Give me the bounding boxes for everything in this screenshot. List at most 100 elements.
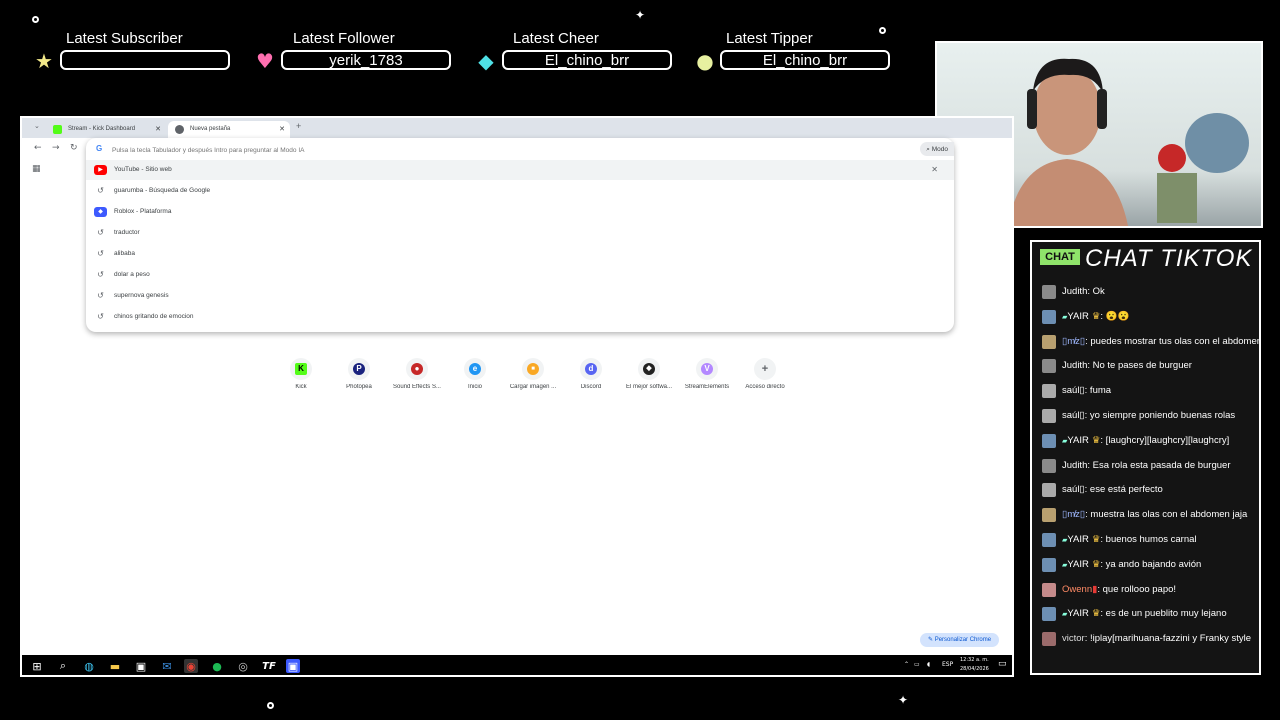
chat-text: : [laughcry][laughcry][laughcry] — [1100, 434, 1230, 446]
suggestion-text: guarumba - Búsqueda de Google — [114, 187, 211, 194]
file-explorer-icon[interactable]: ▬ — [108, 659, 122, 673]
remove-suggestion-icon[interactable]: ✕ — [931, 160, 938, 180]
chat-message-body: ▰ YAIR ♛: es de un pueblito muy lejano — [1062, 604, 1227, 624]
chat-message-body: Judith: Ok — [1062, 282, 1105, 302]
tab-new-tab[interactable]: Nueva pestaña ✕ — [168, 121, 290, 138]
coin-icon: ● — [696, 49, 714, 73]
close-icon[interactable]: ✕ — [279, 121, 285, 138]
chat-message: Judith: No te pases de burguer — [1040, 356, 1259, 376]
chat-username: YAIR — [1067, 434, 1089, 446]
shortcut-cargar-imagen[interactable]: ■ Cargar imagen ... — [504, 358, 562, 390]
gem-icon: ◆ — [478, 49, 494, 73]
omnibox[interactable]: G ⌕ Modo — [86, 138, 954, 160]
mail-icon[interactable]: ✉ — [160, 659, 174, 673]
suggestion-text: alibaba — [114, 250, 135, 257]
shortcut-add[interactable]: + Acceso directo — [736, 358, 794, 390]
obs-icon[interactable]: ◎ — [236, 659, 250, 673]
shortcut-kick[interactable]: K Kick — [272, 358, 330, 390]
chrome-icon — [175, 125, 184, 134]
tray-arrow-icon[interactable]: ⌃ — [904, 661, 909, 668]
suggestion-item[interactable]: ↺ dolar a peso — [86, 265, 954, 285]
crown-icon: ♛ — [1088, 608, 1101, 620]
clock-time[interactable]: 12:32 a. m. — [960, 657, 989, 663]
chat-message-body: saúl▯: ese está perfecto — [1062, 480, 1163, 500]
close-icon[interactable]: ✕ — [155, 121, 161, 138]
notifications-icon[interactable]: ▭ — [998, 659, 1007, 669]
crown-icon: ♛ — [1088, 310, 1101, 322]
tiktok-studio-icon[interactable]: TF — [262, 659, 276, 673]
obs-icon: ◆ — [643, 363, 655, 375]
app-icon[interactable]: ▣ — [286, 659, 300, 673]
edge-icon[interactable]: ◍ — [82, 659, 96, 673]
new-tab-button[interactable]: + — [296, 121, 301, 131]
clock-date[interactable]: 28/04/2026 — [960, 666, 989, 672]
avatar — [1042, 533, 1056, 547]
chat-message-body: ▯m̸z▯: puedes mostrar tus olas con el ab… — [1062, 332, 1261, 352]
shortcut-discord[interactable]: d Discord — [562, 358, 620, 390]
chat-username: YAIR — [1067, 534, 1089, 545]
shortcut-label: Kick — [295, 384, 307, 390]
network-icon[interactable]: ◖ — [927, 661, 930, 668]
chrome-icon[interactable]: ◉ — [184, 659, 198, 673]
speaker-icon[interactable]: ▭ — [914, 661, 920, 668]
omnibox-input[interactable] — [110, 142, 814, 158]
chat-message: saúl▯: fuma — [1040, 381, 1259, 401]
shortcut-label: StreamElements — [684, 384, 730, 390]
avatar — [1042, 359, 1056, 374]
windows-start-icon[interactable]: ⊞ — [30, 659, 44, 673]
plus-icon: + — [761, 363, 769, 375]
tab-kick-dashboard[interactable]: Stream - Kick Dashboard ✕ — [46, 121, 166, 138]
chat-message-body: Judith: Esa rola esta pasada de burguer — [1062, 456, 1230, 476]
shortcut-inicio[interactable]: e Inicio — [446, 358, 504, 390]
language-indicator[interactable]: ESP — [942, 661, 953, 668]
shortcut-photopea[interactable]: P Photopea — [330, 358, 388, 390]
chat-text: : puedes mostrar tus olas con el abdomen — [1085, 335, 1261, 347]
suggestion-text: supernova genesis — [114, 292, 169, 299]
chat-message-body: ▰ YAIR ♛: [laughcry][laughcry][laughcry] — [1062, 431, 1229, 451]
discord-icon: d — [585, 363, 597, 375]
suggestion-item[interactable]: ↺ guarumba - Búsqueda de Google — [86, 181, 954, 201]
shortcut-sound-effects[interactable]: ● Sound Effects S... — [388, 358, 446, 390]
shortcut-obs[interactable]: ◆ El mejor softwa... — [620, 358, 678, 390]
ai-mode-button[interactable]: ⌕ Modo — [920, 142, 954, 156]
chat-message: Judith: Esa rola esta pasada de burguer — [1040, 456, 1259, 476]
suggestion-text: chinos gritando de emocion — [114, 313, 194, 320]
suggestion-item[interactable]: ↺ alibaba — [86, 244, 954, 264]
chat-username: ▯m̸z▯ — [1062, 335, 1086, 347]
chat-message: ▰ YAIR ♛: es de un pueblito muy lejano — [1040, 604, 1259, 624]
edge-icon: e — [469, 363, 481, 375]
suggestion-item[interactable]: ↺ supernova genesis — [86, 286, 954, 306]
screen-capture: ⌄ Stream - Kick Dashboard ✕ Nueva pestañ… — [20, 116, 1014, 677]
chat-message-body: ▰ YAIR ♛: ya ando bajando avión — [1062, 555, 1201, 575]
chat-text: : No te pases de burguer — [1087, 360, 1192, 372]
suggestion-item[interactable]: ▶ YouTube - Sitio web ✕ — [86, 160, 954, 180]
suggestion-item[interactable]: ↺ chinos gritando de emocion — [86, 307, 954, 327]
crown-icon: ♛ — [1088, 534, 1101, 545]
avatar — [1042, 557, 1056, 572]
tab-search-icon[interactable]: ⌄ — [34, 122, 40, 130]
record-icon: ● — [411, 363, 423, 375]
chat-username: Judith — [1062, 286, 1088, 297]
suggestion-item[interactable]: ↺ traductor — [86, 223, 954, 243]
sparkle-decoration: ✦ — [898, 693, 909, 707]
shortcut-label: Cargar imagen ... — [509, 384, 557, 390]
youtube-icon: ▶ — [94, 165, 107, 175]
chat-message-body: victor: !iplay[marihuana-fazzini y Frank… — [1062, 629, 1251, 649]
history-icon: ↺ — [97, 270, 104, 279]
back-arrow-icon[interactable]: ← — [34, 143, 42, 153]
search-icon[interactable]: ⌕ — [56, 659, 70, 673]
avatar — [1042, 632, 1056, 647]
reload-icon[interactable]: ↻ — [70, 143, 78, 153]
spotify-icon[interactable]: ● — [210, 659, 224, 673]
shortcut-label: Inicio — [467, 384, 482, 390]
shortcut-streamelements[interactable]: V StreamElements — [678, 358, 736, 390]
suggestion-item[interactable]: ◆ Roblox - Plataforma — [86, 202, 954, 222]
alert-value: El_chino_brr — [720, 50, 890, 70]
store-icon[interactable]: ▣ — [134, 659, 148, 673]
apps-grid-icon[interactable]: ▦ — [32, 164, 41, 174]
alert-value: El_chino_brr — [502, 50, 672, 70]
chat-username: YAIR — [1067, 608, 1089, 620]
customize-chrome-button[interactable]: ✎ Personalizar Chrome — [920, 633, 1000, 647]
forward-arrow-icon[interactable]: → — [52, 143, 60, 153]
shortcut-label: Photopea — [346, 384, 372, 390]
